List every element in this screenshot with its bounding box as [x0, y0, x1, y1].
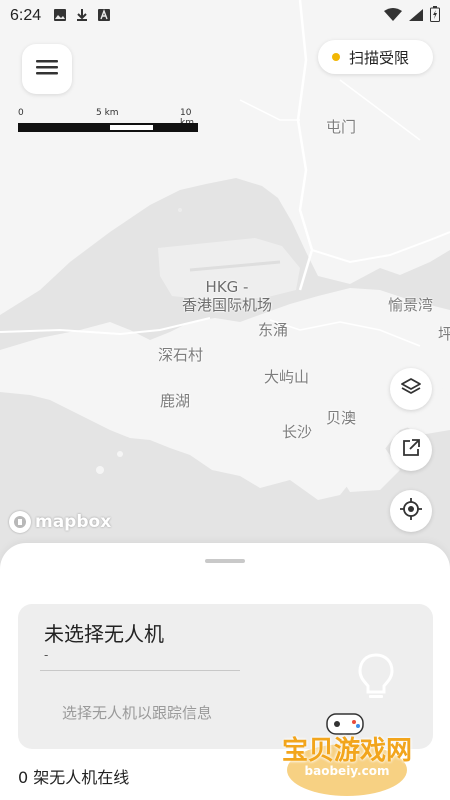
status-time: 6:24 [10, 7, 42, 24]
drone-card-hint: 选择无人机以跟踪信息 [62, 704, 213, 722]
image-icon [53, 7, 67, 26]
lightbulb-icon [356, 652, 396, 708]
menu-button[interactable] [22, 44, 72, 94]
mapbox-logo-text: mapbox [35, 512, 112, 532]
share-button[interactable] [390, 429, 432, 471]
download-icon [75, 7, 89, 26]
map-label-cheung-sha: 长沙 [282, 423, 313, 441]
airport-name: 香港国际机场 [182, 296, 273, 314]
drones-online-count: 0 架无人机在线 [18, 768, 130, 787]
map-label-airport[interactable]: HKG - 香港国际机场 [182, 278, 272, 314]
map-label-tai-yue-shan: 大屿山 [264, 368, 310, 386]
map-scale-bar: 0 5 km 10 km [18, 108, 198, 134]
drone-card-divider [40, 670, 240, 671]
sheet-drag-handle[interactable] [205, 559, 245, 563]
layers-icon [400, 376, 422, 402]
scan-status-label: 扫描受限 [349, 48, 410, 67]
map-label-luk-wu: 鹿湖 [160, 392, 191, 410]
hamburger-menu-icon [35, 57, 59, 81]
map-label-sham-shek-tsuen: 深石村 [158, 346, 204, 364]
mapbox-logo[interactable]: mapbox [9, 510, 111, 534]
map-label-tuen-mun: 屯门 [326, 118, 357, 136]
map-label-pui-o: 贝澳 [326, 409, 357, 427]
map-label-peng-chau: 坪 [438, 325, 450, 343]
drone-card-subtitle: - [44, 648, 49, 662]
wifi-icon [384, 7, 402, 26]
drone-card-title: 未选择无人机 [44, 622, 164, 646]
locate-button[interactable] [390, 490, 432, 532]
scale-tick-5km: 5 km [96, 108, 119, 118]
status-bar: 6:24 [0, 0, 450, 32]
watermark-url: baobeiy.com [304, 764, 390, 778]
watermark-text: 宝贝游戏网 [281, 736, 412, 766]
map-label-discovery-bay: 愉景湾 [388, 296, 434, 314]
airport-code: HKG - [205, 278, 249, 296]
a-icon [97, 7, 111, 26]
scale-tick-0: 0 [18, 108, 24, 118]
watermark: 宝贝游戏网 baobeiy.com [272, 712, 422, 800]
mapbox-mark-icon [9, 511, 31, 533]
battery-icon [430, 6, 440, 26]
layers-button[interactable] [390, 368, 432, 410]
status-right [384, 6, 440, 26]
signal-icon [408, 7, 424, 26]
scan-status-dot [332, 53, 340, 61]
share-icon [400, 437, 422, 463]
locate-icon [399, 497, 423, 525]
scale-bar-graphic [18, 123, 198, 132]
map-label-tung-chung: 东涌 [258, 321, 289, 339]
scan-status-badge[interactable]: 扫描受限 [318, 40, 433, 74]
